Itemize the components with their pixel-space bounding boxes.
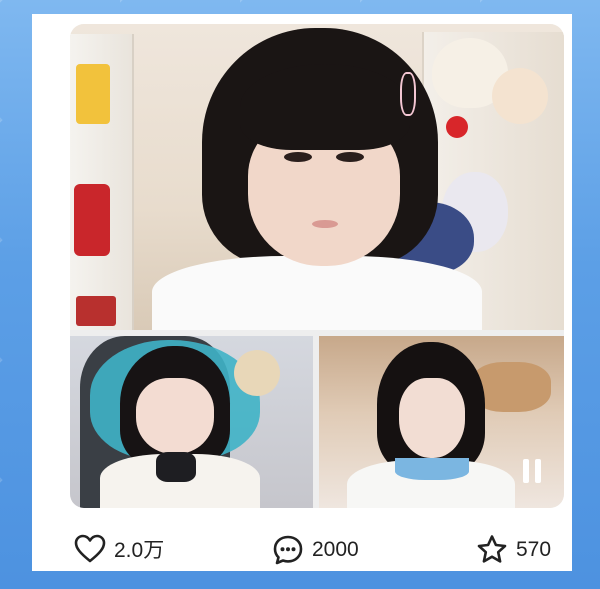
- streamer-eye: [284, 152, 312, 162]
- main-streamer-image: [70, 24, 564, 330]
- black-bow: [156, 452, 196, 482]
- comment-button[interactable]: 2000: [272, 534, 359, 566]
- heart-icon: [74, 534, 106, 563]
- like-button[interactable]: 2.0万: [74, 534, 164, 564]
- favorite-count: 570: [516, 537, 552, 561]
- plush-toy: [492, 68, 548, 124]
- post-card: 2.0万 2000 570: [32, 14, 572, 571]
- post-media[interactable]: [70, 24, 564, 508]
- comment-count: 2000: [312, 538, 359, 561]
- snack-bag: [76, 64, 110, 124]
- plush-toy: [234, 350, 280, 396]
- bottom-left-streamer-image: [70, 336, 313, 508]
- favorite-button[interactable]: 570: [476, 534, 551, 565]
- comment-icon: [273, 535, 303, 565]
- sailor-collar: [395, 458, 469, 480]
- action-bar: 2.0万 2000 570: [32, 530, 572, 570]
- streamer-shirt: [152, 256, 482, 330]
- star-icon: [477, 535, 507, 563]
- red-box: [76, 296, 116, 326]
- streamer-face: [136, 378, 214, 454]
- red-ball: [446, 116, 468, 138]
- like-count: 2.0万: [114, 539, 165, 562]
- pause-bar: [535, 459, 541, 483]
- streamer-eye: [336, 152, 364, 162]
- pause-icon[interactable]: [518, 456, 546, 486]
- bottom-right-streamer-image: [319, 336, 564, 508]
- hair-clip: [400, 72, 416, 116]
- pause-bar: [523, 459, 529, 483]
- shelf-left: [70, 34, 134, 330]
- streamer-bangs: [240, 64, 410, 150]
- streamer-face: [399, 378, 465, 458]
- red-can: [74, 184, 110, 256]
- streamer-mouth: [312, 220, 338, 228]
